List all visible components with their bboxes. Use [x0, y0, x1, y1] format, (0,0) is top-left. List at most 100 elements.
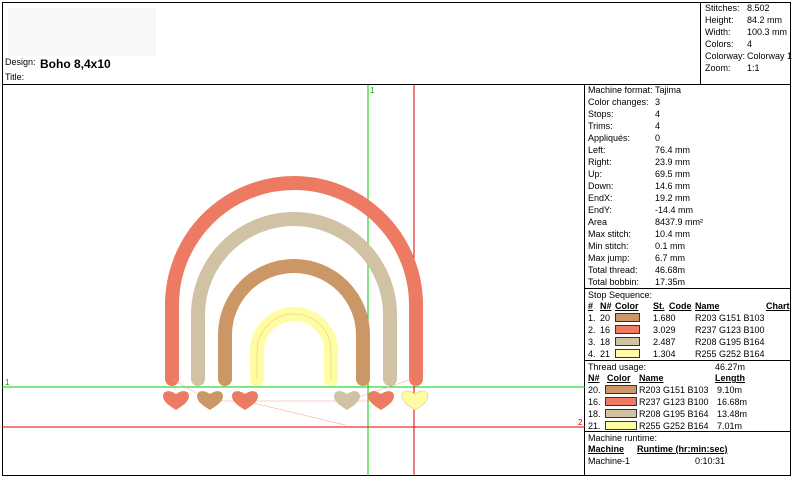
info-panel: Machine format: Tajima Color changes: 3 …	[585, 85, 791, 476]
stat-label: Width:	[705, 27, 731, 37]
stop-color-name: R255 G252 B164	[695, 349, 765, 359]
col-header-st: St.	[653, 301, 665, 311]
heart-1	[163, 391, 189, 410]
info-value: 4	[655, 121, 661, 131]
stat-value: 84.2 mm	[747, 15, 783, 25]
info-label: Total bobbin:	[588, 277, 640, 287]
stop-color-name: R208 G195 B164	[695, 337, 765, 347]
info-label: Down:	[588, 181, 614, 191]
stat-label: Height:	[705, 15, 734, 25]
stat-label: Stitches:	[705, 3, 740, 13]
info-value: -14.4 mm	[655, 205, 694, 215]
stat-value: 4	[747, 39, 753, 49]
color-swatch	[605, 397, 637, 406]
header: Design: Boho 8,4x10 Title: Stitches: 8.5…	[2, 2, 792, 85]
embroidery-preview: 1 1 2	[2, 85, 585, 476]
col-header-length: Length	[715, 373, 745, 383]
info-label: Appliqués:	[588, 133, 631, 143]
col-header-name: Name	[639, 373, 664, 383]
design-name: Boho 8,4x10	[40, 57, 111, 71]
stat-value: 100.3 mm	[747, 27, 788, 37]
info-label: EndY:	[588, 205, 613, 215]
stat-value: 8.502	[747, 3, 770, 13]
runtime-machine: Machine-1	[588, 456, 631, 466]
thread-n: 21.	[588, 421, 601, 431]
divider	[585, 288, 791, 289]
info-value: 14.6 mm	[655, 181, 691, 191]
heart-6	[401, 390, 429, 411]
axis-label-right: 2	[578, 418, 583, 427]
info-label: Max stitch:	[588, 229, 632, 239]
thread-color-name: R203 G151 B103	[639, 385, 709, 395]
col-header-n: N#	[600, 301, 612, 311]
info-label: Trims:	[588, 121, 613, 131]
design-canvas[interactable]: 1 1 2	[2, 85, 585, 476]
info-label: Up:	[588, 169, 603, 179]
thread-length: 16.68m	[717, 397, 748, 407]
info-value: 10.4 mm	[655, 229, 691, 239]
stop-n: 20	[600, 313, 611, 323]
info-label: Right:	[588, 157, 612, 167]
info-value: 76.4 mm	[655, 145, 691, 155]
runtime-title: Machine runtime:	[588, 433, 658, 443]
info-label: Stops:	[588, 109, 614, 119]
thread-n: 16.	[588, 397, 601, 407]
thread-usage-label: Thread usage:	[588, 362, 647, 372]
stat-label: Colors:	[705, 39, 734, 49]
stop-color-name: R237 G123 B100	[695, 325, 765, 335]
col-header-machine: Machine	[588, 444, 625, 454]
color-swatch	[615, 313, 640, 322]
col-header-name: Name	[695, 301, 720, 311]
logo-area	[8, 8, 156, 56]
thread-color-name: R237 G123 B100	[639, 397, 709, 407]
color-swatch	[615, 349, 640, 358]
info-label: Area	[588, 217, 608, 227]
axis-label-left: 1	[5, 378, 10, 387]
thread-color-name: R208 G195 B164	[639, 409, 709, 419]
color-swatch	[615, 337, 640, 346]
stop-n: 18	[600, 337, 611, 347]
divider	[585, 431, 791, 432]
info-label: Total thread:	[588, 265, 638, 275]
stop-num: 2.	[588, 325, 596, 335]
stop-stitches: 1.680	[653, 313, 676, 323]
col-header-color: Color	[615, 301, 639, 311]
info-value: 0.1 mm	[655, 241, 686, 251]
axis-label-top: 1	[370, 86, 375, 95]
thread-usage-total: 46.27m	[715, 362, 746, 372]
thread-n: 20.	[588, 385, 601, 395]
stat-value: 1:1	[747, 63, 760, 73]
info-value: 8437.9 mm²	[655, 217, 704, 227]
info-value: 46.68m	[655, 265, 686, 275]
thread-n: 18.	[588, 409, 601, 419]
runtime-value: 0:10:31	[695, 456, 726, 466]
col-header-color: Color	[607, 373, 631, 383]
info-value: 6.7 mm	[655, 253, 686, 263]
thread-length: 9.10m	[717, 385, 743, 395]
heart-5	[368, 391, 394, 410]
info-value: 23.9 mm	[655, 157, 691, 167]
arc-third	[218, 259, 370, 386]
info-value: 4	[655, 109, 661, 119]
col-header-runtime: Runtime (hr:min:sec)	[637, 444, 728, 454]
stat-label: Zoom:	[705, 63, 731, 73]
info-value: 69.5 mm	[655, 169, 691, 179]
info-label: Left:	[588, 145, 606, 155]
title-label: Title:	[5, 72, 25, 82]
stat-label: Colorway:	[705, 51, 746, 61]
heart-2	[197, 391, 223, 410]
info-value: 17.35m	[655, 277, 686, 287]
divider	[585, 360, 791, 361]
info-value: 0	[655, 133, 661, 143]
thread-color-name: R255 G252 B164	[639, 421, 709, 431]
info-label: Min stitch:	[588, 241, 629, 251]
col-header-num: #	[588, 301, 594, 311]
info-label: EndX:	[588, 193, 613, 203]
stop-stitches: 3.029	[653, 325, 676, 335]
color-swatch	[615, 325, 640, 334]
info-value: Tajima	[655, 85, 682, 95]
info-label: Max jump:	[588, 253, 630, 263]
color-swatch	[605, 421, 637, 430]
stop-stitches: 1.304	[653, 349, 676, 359]
thread-length: 13.48m	[717, 409, 748, 419]
